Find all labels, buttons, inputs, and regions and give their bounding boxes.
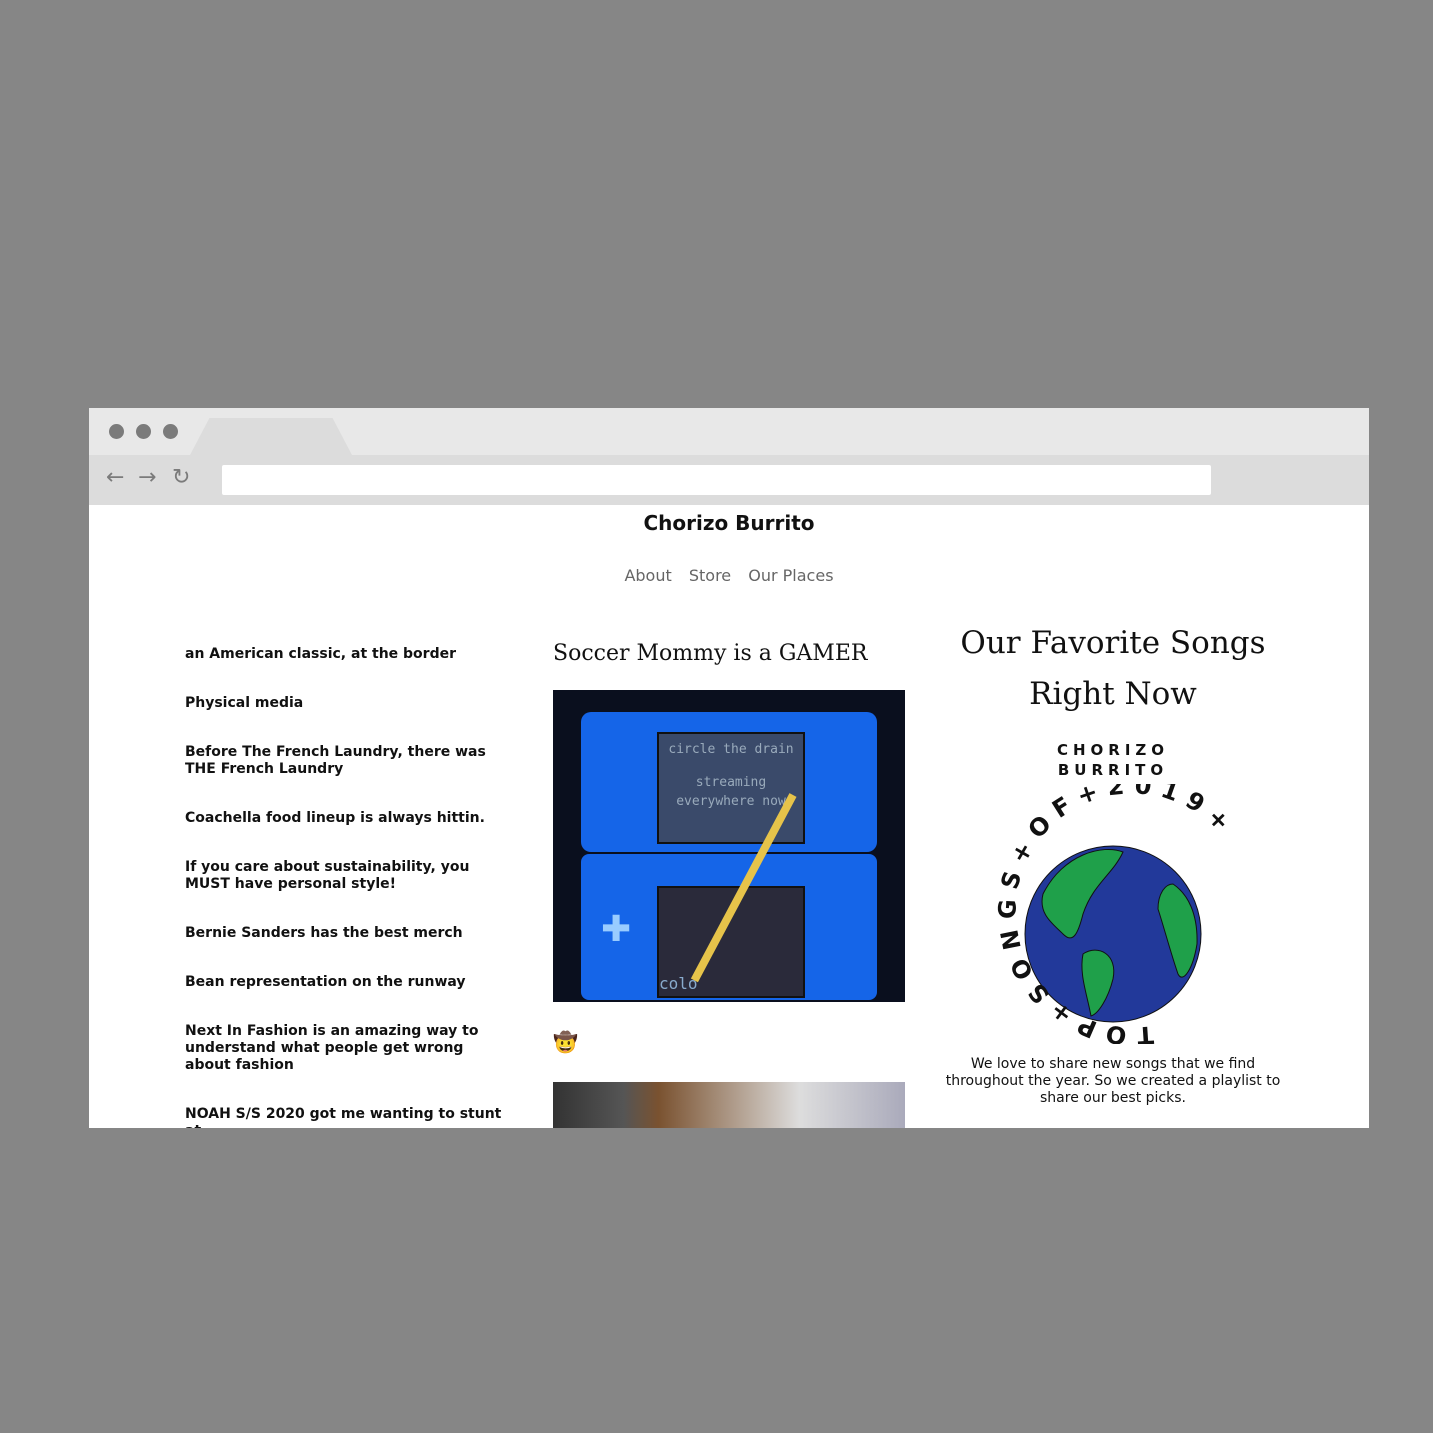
window-close-dot[interactable]	[109, 424, 124, 439]
post-link[interactable]: Coachella food lineup is always hittin.	[185, 810, 505, 827]
post-link[interactable]: Next In Fashion is an amazing way to und…	[185, 1023, 505, 1074]
nav-our-places[interactable]: Our Places	[748, 566, 833, 585]
address-bar[interactable]	[222, 465, 1211, 495]
post-link[interactable]: Before The French Laundry, there was THE…	[185, 744, 505, 778]
post-link[interactable]: NOAH S/S 2020 got me wanting to stunt at	[185, 1106, 505, 1128]
nav-store[interactable]: Store	[689, 566, 731, 585]
post-link[interactable]: If you care about sustainability, you MU…	[185, 859, 505, 893]
featured-post: Soccer Mommy is a GAMER circle the drain…	[553, 641, 905, 1128]
post-image[interactable]	[553, 1082, 905, 1128]
post-link[interactable]: Bean representation on the runway	[185, 974, 505, 991]
featured-post-title[interactable]: Soccer Mommy is a GAMER	[553, 641, 905, 666]
post-list: an American classic, at the border Physi…	[185, 646, 505, 1128]
post-link[interactable]: an American classic, at the border	[185, 646, 505, 663]
site-title[interactable]: Chorizo Burrito	[89, 511, 1369, 535]
screen-text-mid: streaming	[695, 775, 767, 790]
sidebar-heading: Our Favorite Songs Right Now	[960, 625, 1266, 712]
window-minimize-dot[interactable]	[136, 424, 151, 439]
nav-about[interactable]: About	[624, 566, 671, 585]
top-songs-globe-graphic[interactable]: TOP+SONGS+OF+2019+	[971, 752, 1278, 1072]
browser-toolbar: ← → ↻	[89, 455, 1369, 505]
window-maximize-dot[interactable]	[163, 424, 178, 439]
forward-arrow-icon[interactable]: →	[138, 465, 156, 490]
cowboy-emoji: 🤠	[553, 1030, 578, 1054]
sidebar-description: We love to share new songs that we find …	[945, 1056, 1281, 1106]
brand-logo: CHORIZO BURRITO	[939, 740, 1287, 780]
post-link[interactable]: Physical media	[185, 695, 505, 712]
screen-text-top: circle the drain	[668, 742, 794, 757]
back-arrow-icon[interactable]: ←	[106, 465, 124, 490]
logo-line-2: BURRITO	[1057, 761, 1169, 779]
post-link[interactable]: Bernie Sanders has the best merch	[185, 925, 505, 942]
reload-icon[interactable]: ↻	[172, 465, 190, 490]
logo-line-1: CHORIZO	[1056, 741, 1170, 759]
browser-tab[interactable]	[190, 418, 352, 455]
dpad-icon: ✚	[601, 909, 632, 950]
tab-bar	[89, 408, 1369, 455]
browser-window: ← → ↻ Chorizo Burrito About Store Our Pl…	[89, 408, 1369, 1128]
main-nav: About Store Our Places	[89, 566, 1369, 585]
nintendo-ds-image[interactable]: circle the drain streaming everywhere no…	[553, 690, 905, 1002]
sidebar-songs: Our Favorite Songs Right Now CHORIZO BUR…	[939, 618, 1287, 1107]
